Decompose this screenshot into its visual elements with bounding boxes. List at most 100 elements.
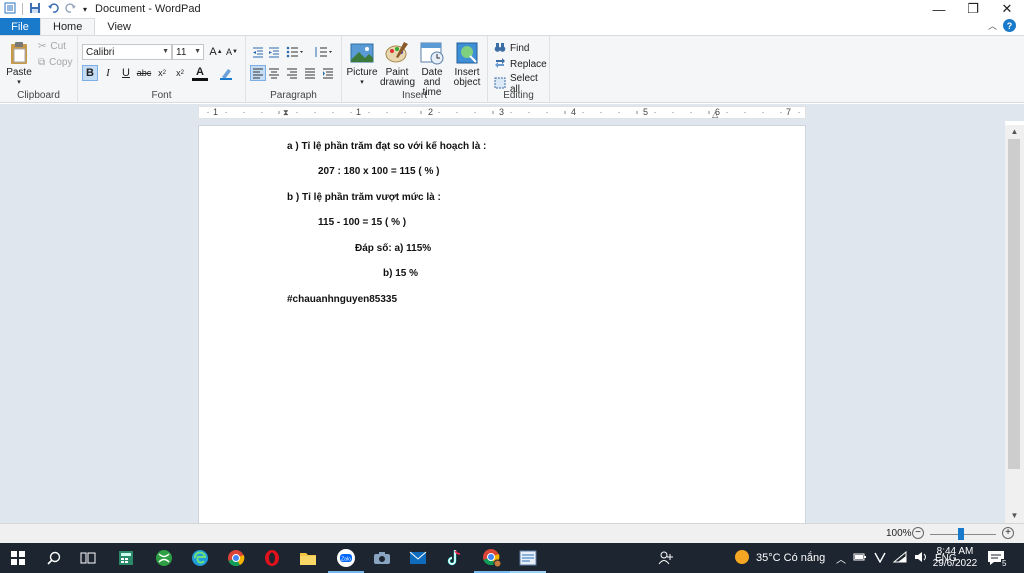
camera-app-icon[interactable] — [372, 548, 392, 568]
increase-indent-icon[interactable] — [266, 44, 282, 60]
editing-group: Find Replace Select all Editing — [488, 36, 550, 103]
picture-dropdown-icon[interactable]: ▾ — [360, 78, 364, 88]
insert-object-button[interactable]: Insert object — [450, 40, 484, 88]
save-icon[interactable] — [29, 2, 41, 17]
shrink-font-icon[interactable]: A ▼ — [224, 44, 240, 60]
picture-button[interactable]: Picture ▾ — [346, 40, 378, 88]
svg-text:Zalo: Zalo — [341, 557, 351, 563]
wordpad-taskbar-icon[interactable] — [518, 548, 538, 568]
maximize-button[interactable]: ❐ — [956, 0, 990, 18]
line-spacing-icon[interactable] — [312, 44, 334, 60]
scroll-thumb[interactable] — [1008, 139, 1020, 469]
clipboard-group: Paste ▾ ✂ Cut ⧉ Copy Clipboard — [0, 36, 78, 103]
text-color-icon[interactable]: A — [192, 65, 208, 81]
document-line: b ) Tỉ lệ phần trăm vượt mức là : — [287, 192, 441, 203]
tab-file[interactable]: File — [0, 18, 40, 35]
underline-icon[interactable]: U — [118, 65, 134, 81]
paste-label: Paste — [6, 67, 32, 78]
subscript-icon[interactable]: x2 — [154, 65, 170, 81]
document-line: #chauanhnguyen85335 — [287, 294, 398, 305]
font-size-select[interactable]: 11 ▼ — [172, 44, 204, 60]
wordpad-app-icon — [4, 2, 16, 17]
italic-icon[interactable]: I — [100, 65, 116, 81]
volume-icon[interactable] — [914, 551, 928, 566]
scissors-icon: ✂ — [38, 41, 47, 52]
edge-browser-icon[interactable] — [190, 548, 210, 568]
scroll-down-icon[interactable]: ▼ — [1005, 511, 1024, 523]
tab-view[interactable]: View — [95, 18, 143, 35]
minimize-button[interactable]: — — [922, 0, 956, 18]
align-left-icon[interactable] — [250, 65, 266, 81]
notification-count-badge: 5 — [1001, 559, 1008, 568]
show-hidden-icons-icon[interactable]: ︿ — [836, 551, 846, 566]
copy-label: Copy — [49, 57, 73, 68]
copy-button[interactable]: ⧉ Copy — [38, 57, 73, 68]
chrome-profile-icon[interactable] — [482, 548, 502, 568]
cut-button[interactable]: ✂ Cut — [38, 41, 66, 52]
insert-group-label: Insert — [401, 90, 427, 101]
justify-icon[interactable] — [302, 65, 318, 81]
ruler-number: 5 — [643, 107, 649, 117]
document-line: 115 - 100 = 15 ( % ) — [318, 217, 407, 228]
bold-icon[interactable]: B — [82, 65, 98, 81]
paste-dropdown-icon[interactable]: ▾ — [17, 78, 21, 88]
decrease-indent-icon[interactable] — [250, 44, 266, 60]
paragraph-dialog-icon[interactable] — [320, 65, 336, 81]
replace-button[interactable]: Replace — [494, 57, 547, 72]
document-page[interactable]: a ) Tỉ lệ phần trăm đạt so với kế hoạch … — [198, 125, 806, 523]
vpn-icon[interactable] — [874, 551, 886, 566]
qat-separator — [22, 3, 23, 15]
collapse-ribbon-icon[interactable]: ︿ — [988, 19, 997, 32]
chrome-browser-icon[interactable] — [226, 548, 246, 568]
wifi-icon[interactable] — [892, 550, 907, 566]
ruler[interactable]: 1 1 2 3 4 5 6 7 ⧗ △ — [198, 106, 806, 119]
paragraph-group: Paragraph — [246, 36, 342, 103]
search-icon[interactable] — [44, 548, 64, 568]
zoom-out-icon[interactable]: − — [912, 527, 924, 539]
binoculars-icon — [494, 41, 506, 56]
zoom-in-icon[interactable]: + — [1002, 527, 1014, 539]
bullets-icon[interactable] — [284, 44, 306, 60]
font-family-dropdown-icon: ▼ — [162, 48, 169, 55]
paint-drawing-button[interactable]: Paint drawing — [380, 40, 415, 88]
file-explorer-icon[interactable] — [298, 548, 318, 568]
left-indent-marker[interactable]: ⧗ — [283, 108, 289, 118]
close-button[interactable]: ✕ — [990, 0, 1024, 18]
taskbar-clock[interactable]: 8:44 AM 29/6/2022 — [930, 546, 980, 570]
tab-home[interactable]: Home — [40, 18, 96, 35]
customize-qat-icon[interactable]: ▾ — [83, 5, 87, 14]
find-label: Find — [510, 43, 530, 54]
right-indent-marker[interactable]: △ — [712, 110, 718, 119]
zalo-app-icon[interactable]: Zalo — [336, 548, 356, 568]
scroll-up-icon[interactable]: ▲ — [1005, 127, 1024, 139]
clipboard-group-label: Clipboard — [17, 90, 60, 101]
people-icon[interactable] — [656, 548, 676, 568]
ruler-number: 3 — [499, 107, 505, 117]
editing-group-label: Editing — [503, 90, 534, 101]
align-center-icon[interactable] — [266, 65, 282, 81]
opera-browser-icon[interactable] — [262, 548, 282, 568]
font-family-select[interactable]: Calibri ▼ — [82, 44, 172, 60]
taskbar: Zalo 35°C Có nắng ︿ ENG 8:44 AM 29/6/202… — [0, 543, 1024, 573]
paste-button[interactable]: Paste ▾ — [4, 40, 34, 88]
highlight-icon[interactable] — [218, 65, 234, 81]
weather-widget[interactable]: 35°C Có nắng — [734, 543, 825, 573]
calculator-app-icon[interactable] — [116, 548, 136, 568]
strikethrough-icon[interactable]: abc — [136, 65, 152, 81]
tiktok-app-icon[interactable] — [444, 548, 464, 568]
vertical-scrollbar[interactable]: ▲ ▼ — [1005, 125, 1024, 523]
find-button[interactable]: Find — [494, 41, 529, 56]
windows-start-icon[interactable] — [8, 548, 28, 568]
battery-icon[interactable] — [853, 552, 867, 565]
undo-icon[interactable] — [47, 2, 59, 17]
superscript-icon[interactable]: x2 — [172, 65, 188, 81]
mail-app-icon[interactable] — [408, 548, 428, 568]
title-bar: ▾ Document - WordPad — ❐ ✕ — [0, 0, 1024, 18]
task-view-icon[interactable] — [78, 548, 98, 568]
help-icon[interactable]: ? — [1003, 19, 1016, 32]
align-right-icon[interactable] — [284, 65, 300, 81]
zoom-slider-thumb[interactable] — [958, 528, 965, 540]
redo-icon[interactable] — [65, 2, 77, 17]
xbox-app-icon[interactable] — [154, 548, 174, 568]
grow-font-icon[interactable]: A ▲ — [208, 44, 224, 60]
